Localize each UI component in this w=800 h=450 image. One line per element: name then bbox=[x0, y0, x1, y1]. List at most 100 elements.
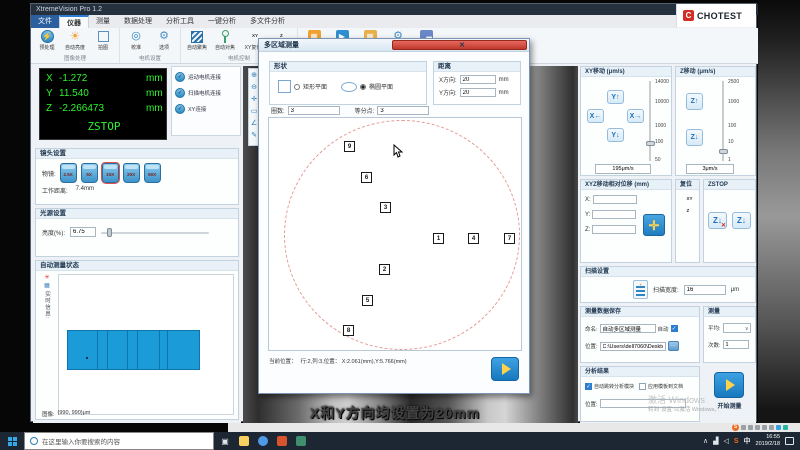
brand-name: CHOTEST bbox=[697, 11, 742, 21]
menu-tab-instrument[interactable]: 仪器 bbox=[59, 15, 89, 28]
capture-button[interactable]: 拍图 bbox=[90, 29, 116, 55]
browse-button[interactable]: ··· bbox=[668, 341, 679, 351]
menu-tab-measure[interactable]: 测量 bbox=[89, 15, 117, 28]
taskbar-app-tool[interactable] bbox=[293, 433, 309, 449]
lens-20x[interactable]: 20X bbox=[123, 163, 140, 183]
ime-tool-icon[interactable] bbox=[755, 425, 760, 430]
zoom-out-icon[interactable]: ⊖ bbox=[251, 82, 257, 93]
square-icon bbox=[278, 80, 291, 93]
ime-tool-icon[interactable] bbox=[748, 425, 753, 430]
jog-z-up-button[interactable]: Z↑ bbox=[686, 93, 703, 110]
taskbar-app-folder[interactable] bbox=[236, 433, 252, 449]
auto-brightness-button[interactable]: ☀ 自动亮度 bbox=[62, 29, 88, 55]
dialog-title-bar[interactable]: 多区域测量 ✕ bbox=[259, 39, 529, 52]
taskbar-clock[interactable]: 16:55 2019/2/18 bbox=[756, 434, 780, 448]
start-button[interactable] bbox=[0, 432, 24, 450]
x-range-input[interactable] bbox=[460, 75, 496, 84]
jog-y-up-button[interactable]: Y↑ bbox=[607, 90, 624, 104]
rel-x-input[interactable] bbox=[593, 195, 637, 204]
auto-focus-button[interactable]: 自动对焦 bbox=[212, 29, 238, 55]
zstop-set-button[interactable]: Z↓ bbox=[732, 212, 751, 229]
rings-input[interactable] bbox=[288, 106, 340, 115]
z-move-panel: Z移动 (μm/s) Z↑ Z↓ 2500 1000 100 10 1 3μm/… bbox=[675, 66, 756, 176]
rect-plane-option[interactable]: 矩形平面 bbox=[278, 80, 327, 93]
auto-analysis-checkbox[interactable]: ✓ bbox=[585, 383, 592, 390]
measure-point-8[interactable]: 8 bbox=[343, 325, 354, 336]
jog-z-down-button[interactable]: Z↓ bbox=[686, 129, 703, 146]
divisions-input[interactable] bbox=[377, 106, 429, 115]
sogou-icon[interactable]: S bbox=[732, 424, 739, 431]
measure-point-6[interactable]: 6 bbox=[361, 172, 372, 183]
slider-thumb[interactable] bbox=[107, 228, 112, 237]
lens-10x-selected[interactable]: 10X bbox=[102, 163, 119, 183]
measure-point-1[interactable]: 1 bbox=[433, 233, 444, 244]
volume-icon[interactable]: ◁ bbox=[723, 437, 728, 445]
menu-tab-file[interactable]: 文件 bbox=[31, 15, 59, 28]
ellipse-plane-option[interactable]: 椭圆平面 bbox=[341, 82, 393, 92]
menu-tab-data-processing[interactable]: 数据处理 bbox=[117, 15, 159, 28]
angle-icon[interactable]: ∠ bbox=[251, 118, 257, 129]
ime-tool-icon[interactable] bbox=[776, 425, 781, 430]
sogou-tray-icon[interactable]: S bbox=[734, 438, 739, 445]
rel-z-input[interactable] bbox=[592, 225, 636, 234]
dialog-run-button[interactable] bbox=[491, 357, 519, 381]
measure-point-7[interactable]: 7 bbox=[504, 233, 515, 244]
apply-template-checkbox[interactable] bbox=[639, 383, 646, 390]
ime-tool-icon[interactable] bbox=[762, 425, 767, 430]
jog-x-left-button[interactable]: X← bbox=[587, 109, 604, 123]
move-cross-button[interactable]: ✛ bbox=[643, 214, 665, 236]
preprocess-button[interactable]: ⚡ 预处理 bbox=[34, 29, 60, 55]
slider-thumb[interactable] bbox=[646, 141, 655, 146]
brightness-input[interactable] bbox=[70, 227, 96, 237]
zoom-in-icon[interactable]: ⊕ bbox=[251, 70, 257, 81]
lens-50x[interactable]: 50X bbox=[144, 163, 161, 183]
measure-point-4[interactable]: 4 bbox=[468, 233, 479, 244]
pan-icon[interactable]: ✛ bbox=[251, 94, 257, 105]
draw-icon[interactable]: ✎ bbox=[251, 130, 257, 141]
radio-unselected[interactable] bbox=[294, 84, 300, 90]
dialog-title: 多区域测量 bbox=[259, 40, 392, 50]
range-groupbox: 距离 X方向: mm Y方向: mm bbox=[433, 61, 521, 105]
measure-point-2[interactable]: 2 bbox=[379, 264, 390, 275]
taskbar-app-office[interactable] bbox=[274, 433, 290, 449]
task-view-button[interactable]: ▣ bbox=[217, 433, 233, 449]
toolbar-group-settings: ◎ 校准 ⚙ 选项 电机设置 bbox=[120, 28, 181, 63]
y-range-input[interactable] bbox=[460, 88, 496, 97]
average-select[interactable]: ∨ bbox=[723, 323, 751, 333]
brightness-slider[interactable] bbox=[101, 228, 209, 237]
close-icon[interactable]: ✕ bbox=[392, 40, 527, 50]
ime-tool-icon[interactable] bbox=[741, 425, 746, 430]
action-center-icon[interactable] bbox=[785, 437, 794, 445]
scan-width-input[interactable] bbox=[684, 285, 726, 295]
slider-thumb[interactable] bbox=[719, 149, 728, 154]
radio-selected[interactable] bbox=[360, 84, 366, 90]
jog-y-down-button[interactable]: Y↓ bbox=[607, 128, 624, 142]
rel-y-input[interactable] bbox=[592, 210, 636, 219]
tray-expand-icon[interactable]: ∧ bbox=[703, 437, 708, 445]
calibrate-button[interactable]: ◎ 校准 bbox=[123, 29, 149, 55]
zstop-cancel-button[interactable]: Z↓✕ bbox=[708, 212, 727, 229]
menu-tab-one-key-analysis[interactable]: 一键分析 bbox=[201, 15, 243, 28]
lens-5x[interactable]: 5X bbox=[81, 163, 98, 183]
taskbar-app-browser[interactable] bbox=[255, 433, 271, 449]
measure-point-3[interactable]: 3 bbox=[380, 202, 391, 213]
taskbar-search-input[interactable]: 在这里输入你要搜索的内容 bbox=[24, 432, 214, 450]
save-path-input[interactable] bbox=[600, 342, 666, 351]
jog-x-right-button[interactable]: X→ bbox=[627, 109, 644, 123]
measure-point-9[interactable]: 9 bbox=[344, 141, 355, 152]
auto-save-checkbox[interactable]: ✓ bbox=[671, 325, 678, 332]
count-input[interactable] bbox=[723, 340, 749, 349]
menu-tab-analysis-tools[interactable]: 分析工具 bbox=[159, 15, 201, 28]
region-plot[interactable]: 1 2 3 4 5 6 7 8 9 bbox=[268, 117, 522, 351]
save-name-input[interactable] bbox=[600, 324, 656, 333]
select-icon[interactable]: ▭ bbox=[251, 106, 258, 117]
ime-indicator[interactable]: 中 bbox=[744, 436, 751, 446]
options-button[interactable]: ⚙ 选项 bbox=[151, 29, 177, 55]
ime-tool-icon[interactable] bbox=[769, 425, 774, 430]
auto-focus-scan-button[interactable]: 自动聚焦 bbox=[184, 29, 210, 55]
lens-2_5x[interactable]: 2.5X bbox=[60, 163, 77, 183]
measure-point-5[interactable]: 5 bbox=[362, 295, 373, 306]
menu-tab-multi-file-analysis[interactable]: 多文件分析 bbox=[243, 15, 292, 28]
ime-tool-icon[interactable] bbox=[783, 425, 788, 430]
network-icon[interactable]: ▟ bbox=[713, 437, 718, 445]
